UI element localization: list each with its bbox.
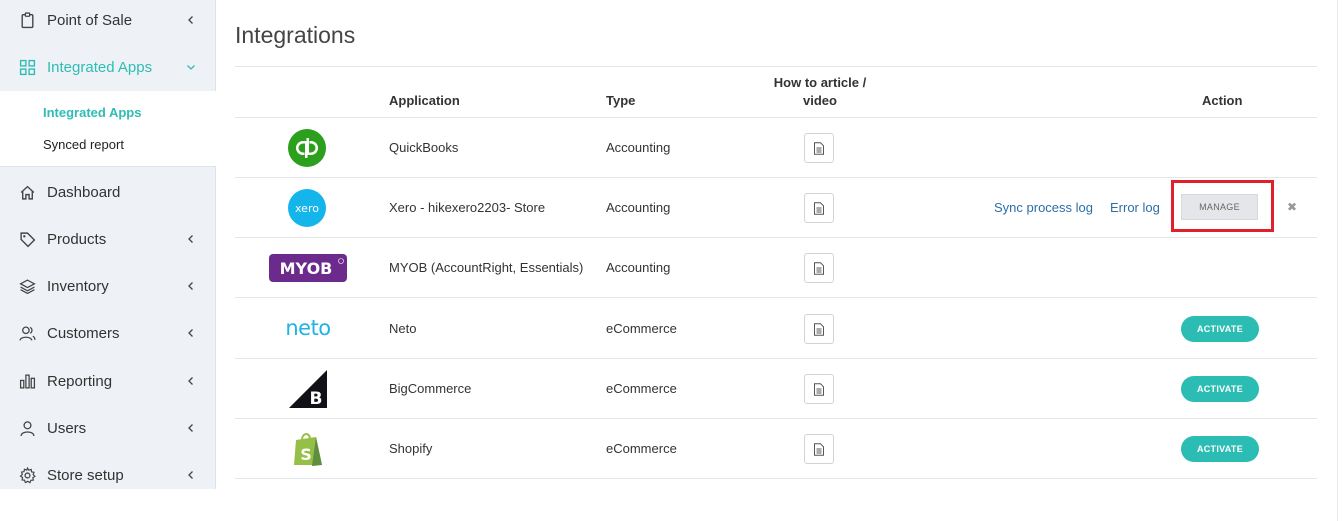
close-icon[interactable]: ✖	[1287, 200, 1297, 214]
nav-label: Integrated Apps	[47, 58, 153, 76]
divider	[235, 297, 1317, 298]
app-type: eCommerce	[606, 321, 677, 336]
app-type: Accounting	[606, 140, 671, 155]
integrated-apps-submenu: Integrated Apps Synced report	[0, 91, 216, 167]
chevron-left-icon	[188, 471, 193, 479]
svg-text:xero: xero	[295, 202, 319, 215]
nav-label: Dashboard	[47, 183, 121, 201]
header-howto: How to article / video	[755, 75, 885, 108]
divider	[235, 66, 1317, 67]
app-name: BigCommerce	[389, 381, 472, 396]
nav-point-of-sale[interactable]: Point of Sale	[0, 0, 216, 40]
neto-logo: neto	[285, 316, 331, 340]
article-button[interactable]	[804, 314, 834, 344]
myob-logo: MYOB	[269, 254, 347, 282]
app-type: eCommerce	[606, 441, 677, 456]
divider	[235, 237, 1317, 238]
nav-reporting[interactable]: Reporting	[0, 361, 216, 401]
sidebar-footer	[0, 489, 216, 521]
chevron-down-icon	[187, 65, 195, 70]
nav-label: Users	[47, 419, 87, 437]
page-title: Integrations	[235, 22, 356, 48]
tag-icon	[18, 230, 36, 248]
nav-label: Store setup	[47, 466, 124, 484]
divider	[235, 478, 1317, 479]
app-type: eCommerce	[606, 381, 677, 396]
nav-products[interactable]: Products	[0, 219, 216, 259]
nav-inventory[interactable]: Inventory	[0, 266, 216, 306]
layers-icon	[18, 277, 36, 295]
bigcommerce-logo: B	[288, 369, 328, 409]
header-howto-line2: video	[803, 93, 837, 108]
user-icon	[18, 419, 36, 437]
chevron-left-icon	[188, 424, 193, 432]
activate-button[interactable]: ACTIVATE	[1181, 436, 1259, 462]
activate-button[interactable]: ACTIVATE	[1181, 376, 1259, 402]
app-name: QuickBooks	[389, 140, 459, 155]
svg-text:B: B	[310, 389, 323, 408]
app-name: Shopify	[389, 441, 433, 456]
divider	[235, 358, 1317, 359]
nav-label: Customers	[47, 324, 120, 342]
manage-button[interactable]: MANAGE	[1181, 194, 1258, 220]
divider	[235, 177, 1317, 178]
chevron-left-icon	[188, 377, 193, 385]
nav-integrated-apps[interactable]: Integrated Apps	[0, 47, 216, 87]
chevron-left-icon	[188, 282, 193, 290]
app-type: Accounting	[606, 260, 671, 275]
users-icon	[18, 324, 36, 342]
chevron-left-icon	[188, 235, 193, 243]
article-button[interactable]	[804, 193, 834, 223]
nav-label: Point of Sale	[47, 11, 133, 29]
home-icon	[18, 183, 36, 201]
article-button[interactable]	[804, 374, 834, 404]
nav-dashboard[interactable]: Dashboard	[0, 172, 216, 212]
divider	[235, 418, 1317, 419]
divider	[235, 117, 1317, 118]
gear-icon	[18, 466, 36, 484]
document-icon	[814, 442, 824, 456]
quickbooks-logo	[287, 128, 327, 168]
bar-chart-icon	[18, 372, 36, 390]
app-name: Xero - hikexero2203- Store	[389, 200, 546, 215]
nav-customers[interactable]: Customers	[0, 313, 216, 353]
article-button[interactable]	[804, 133, 834, 163]
document-icon	[814, 201, 824, 215]
nav-label: Inventory	[47, 277, 109, 295]
header-howto-line1: How to article /	[773, 75, 867, 90]
app-name: Neto	[389, 321, 417, 336]
svg-text:S: S	[300, 445, 312, 464]
chevron-left-icon	[188, 329, 193, 337]
header-action: Action	[1202, 93, 1243, 108]
sub-item-synced-report[interactable]: Synced report	[43, 137, 124, 152]
app-name: MYOB (AccountRight, Essentials)	[389, 260, 584, 275]
document-icon	[814, 141, 824, 155]
apps-grid-icon	[18, 58, 36, 76]
activate-button[interactable]: ACTIVATE	[1181, 316, 1259, 342]
document-icon	[814, 322, 824, 336]
chevron-left-icon	[188, 16, 193, 24]
article-button[interactable]	[804, 434, 834, 464]
document-icon	[814, 382, 824, 396]
xero-logo: xero	[287, 188, 327, 228]
error-log-link[interactable]: Error log	[1110, 200, 1160, 215]
sidebar: Point of Sale Integrated Apps Integrated…	[0, 0, 216, 489]
sync-process-log-link[interactable]: Sync process log	[994, 200, 1093, 215]
header-application: Application	[389, 93, 460, 108]
header-type: Type	[606, 93, 636, 108]
app-type: Accounting	[606, 200, 671, 215]
nav-label: Products	[47, 230, 107, 248]
clipboard-icon	[18, 11, 36, 29]
svg-text:MYOB: MYOB	[280, 259, 333, 278]
sub-item-integrated-apps[interactable]: Integrated Apps	[43, 105, 141, 120]
nav-label: Reporting	[47, 372, 113, 390]
scrollbar-track[interactable]	[1337, 0, 1342, 521]
article-button[interactable]	[804, 253, 834, 283]
nav-users[interactable]: Users	[0, 408, 216, 448]
shopify-logo: S	[289, 429, 327, 469]
document-icon	[814, 261, 824, 275]
